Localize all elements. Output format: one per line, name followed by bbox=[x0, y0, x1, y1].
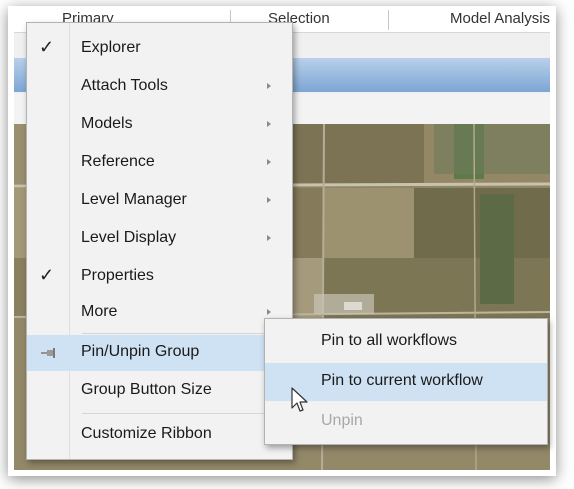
menu-item-label: Explorer bbox=[81, 39, 141, 56]
submenu-arrow-icon bbox=[267, 197, 271, 203]
menu-item-label: More bbox=[81, 303, 118, 320]
menu-item-more[interactable]: More bbox=[27, 295, 292, 331]
submenu-arrow-icon bbox=[267, 309, 271, 315]
submenu-item-label: Unpin bbox=[321, 412, 363, 429]
pin-icon bbox=[41, 348, 55, 358]
menu-item-customize-ribbon[interactable]: Customize Ribbon bbox=[27, 417, 292, 453]
menu-item-attach-tools[interactable]: Attach Tools bbox=[27, 69, 292, 105]
menu-item-label: Reference bbox=[81, 153, 155, 170]
menu-item-label: Level Display bbox=[81, 229, 177, 246]
menu-item-pin-unpin-group[interactable]: Pin/Unpin Group bbox=[27, 335, 292, 371]
submenu-arrow-icon bbox=[267, 121, 271, 127]
menu-item-label: Level Manager bbox=[81, 191, 187, 208]
menu-item-label: Pin/Unpin Group bbox=[81, 343, 200, 360]
menu-separator bbox=[82, 333, 290, 334]
check-icon: ✓ bbox=[39, 265, 55, 285]
menu-item-level-manager[interactable]: Level Manager bbox=[27, 183, 292, 219]
submenu-arrow-icon bbox=[267, 235, 271, 241]
ribbon-context-menu: ✓ Explorer Attach Tools Models Reference… bbox=[26, 22, 293, 460]
submenu-item-label: Pin to all workflows bbox=[321, 332, 458, 349]
menu-item-label: Customize Ribbon bbox=[81, 425, 212, 442]
submenu-item-pin-to-all-workflows[interactable]: Pin to all workflows bbox=[265, 323, 547, 361]
menu-item-properties[interactable]: ✓ Properties bbox=[27, 259, 292, 295]
menu-item-label: Models bbox=[81, 115, 133, 132]
menu-separator bbox=[82, 413, 290, 414]
menu-item-label: Properties bbox=[81, 267, 154, 284]
arrow-pointer-icon bbox=[291, 387, 308, 412]
menu-item-explorer[interactable]: ✓ Explorer bbox=[27, 31, 292, 67]
submenu-item-label: Pin to current workflow bbox=[321, 372, 483, 389]
tab-model-analysis[interactable]: Model Analysis bbox=[450, 10, 550, 27]
menu-item-reference[interactable]: Reference bbox=[27, 145, 292, 181]
tab-separator bbox=[388, 10, 389, 30]
menu-item-label: Attach Tools bbox=[81, 77, 168, 94]
menu-item-label: Group Button Size bbox=[81, 381, 212, 398]
menu-item-models[interactable]: Models bbox=[27, 107, 292, 143]
submenu-arrow-icon bbox=[267, 159, 271, 165]
menu-item-group-button-size[interactable]: Group Button Size bbox=[27, 373, 292, 409]
check-icon: ✓ bbox=[39, 37, 55, 57]
submenu-arrow-icon bbox=[267, 83, 271, 89]
menu-item-level-display[interactable]: Level Display bbox=[27, 221, 292, 257]
pin-unpin-submenu: Pin to all workflows Pin to current work… bbox=[264, 318, 548, 445]
